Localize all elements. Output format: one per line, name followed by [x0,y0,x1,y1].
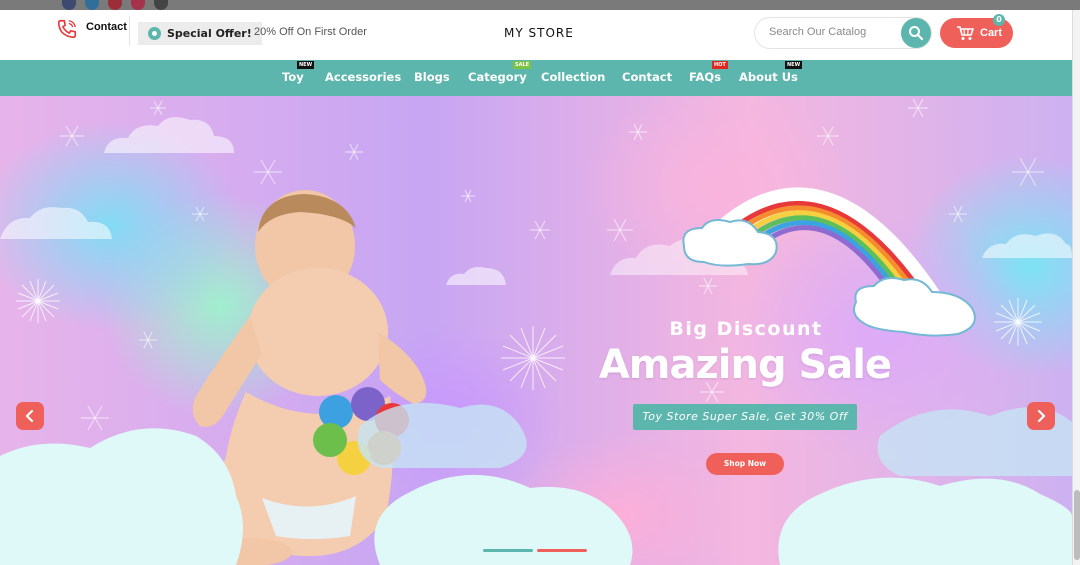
social-link-5[interactable] [154,0,168,10]
cart-icon [957,26,974,40]
offer-text: 20% Off On First Order [254,26,367,38]
nav-item-accessories[interactable]: Accessories [325,70,401,84]
contact-link[interactable]: Contact [56,18,127,40]
slider-dot-1[interactable] [483,549,533,552]
nav-item-collection[interactable]: Collection [541,70,605,84]
hero-title: Amazing Sale [598,342,892,388]
search-input[interactable] [769,26,899,38]
nav-item-toy[interactable]: Toy NEW [282,61,315,84]
store-title[interactable]: MY STORE [504,26,574,40]
header: Contact Special Offer! 20% Off On First … [0,10,1072,60]
nav-item-label: Category [468,70,527,84]
chevron-left-icon [25,410,34,422]
social-link-2[interactable] [85,0,99,10]
nav-item-blogs[interactable]: Blogs [414,70,450,84]
social-link-4[interactable] [131,0,145,10]
nav-item-label: Contact [622,70,673,84]
slider-next-button[interactable] [1027,402,1055,430]
cart-count-badge: 0 [993,14,1005,26]
nav-item-contact[interactable]: Contact [622,70,672,84]
nav-item-label: FAQs [689,70,722,84]
cart-button[interactable]: Cart 0 [940,14,1013,48]
social-link-1[interactable] [62,0,76,10]
badge-icon [148,27,161,40]
nav-item-label: Accessories [325,70,402,84]
phone-icon [57,19,77,39]
special-offer-badge: Special Offer! [138,22,262,45]
nav-item-category[interactable]: Category SALE [468,61,532,84]
top-strip [0,0,1080,10]
nav-item-label: Collection [541,70,606,84]
hot-tag: HOT [712,61,728,69]
cart-label: Cart [980,27,1003,39]
chevron-right-icon [1037,410,1046,422]
search-box [754,17,932,49]
nav-item-faqs[interactable]: FAQs HOT [689,61,728,84]
nav-item-about-us[interactable]: About Us NEW [739,61,803,84]
sale-tag: SALE [513,61,532,69]
special-offer-label: Special Offer! [167,27,252,40]
new-tag: NEW [785,61,803,69]
slider-dot-2[interactable] [537,549,587,552]
scrollbar[interactable] [1072,10,1080,565]
scrollbar-thumb[interactable] [1074,490,1080,560]
hero-banner: Toy Store Super Sale, Get 30% Off [633,404,857,430]
search-button[interactable] [901,18,931,48]
contact-label: Contact [86,21,127,33]
slider-prev-button[interactable] [16,402,44,430]
hero-artwork [0,98,1072,565]
nav-item-label: About Us [739,70,798,84]
shop-now-button[interactable]: Shop Now [706,453,784,475]
new-tag: NEW [297,61,315,69]
main-nav: Toy NEW Accessories Blogs Category SALE … [0,60,1072,96]
hero-subtitle: Big Discount [669,318,823,340]
nav-item-label: Blogs [414,70,450,84]
social-link-3[interactable] [108,0,122,10]
nav-item-label: Toy [282,70,304,84]
hero-slider: Big Discount Amazing Sale Toy Store Supe… [0,96,1072,565]
social-links [62,0,168,10]
divider [129,16,130,46]
search-icon [909,26,924,41]
